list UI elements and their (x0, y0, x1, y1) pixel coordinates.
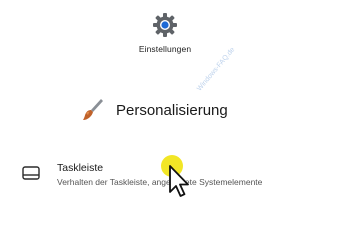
taskbar-title: Taskleiste (57, 162, 104, 174)
mouse-pointer-icon (168, 164, 194, 200)
settings-app-label: Einstellungen (138, 44, 192, 54)
personalization-label: Personalisierung (116, 101, 228, 119)
brush-icon (82, 98, 104, 122)
gear-icon (152, 12, 178, 38)
taskbar-description: Verhalten der Taskleiste, angeheftete Sy… (57, 177, 263, 187)
settings-app-tile[interactable]: Einstellungen (120, 12, 210, 54)
taskbar-icon (22, 166, 40, 180)
personalization-item[interactable]: Personalisierung (82, 96, 228, 124)
